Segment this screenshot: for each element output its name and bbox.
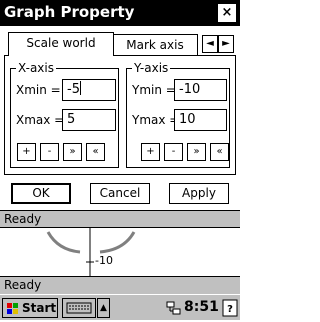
status-bar-top: Ready [0, 210, 240, 228]
ymax-value: 10 [179, 112, 196, 127]
svg-text:?: ? [227, 304, 233, 315]
start-button[interactable]: Start [2, 298, 58, 318]
y-expand-button[interactable]: » [187, 143, 206, 161]
x-decrease-button[interactable]: - [40, 143, 59, 161]
x-increase-button[interactable]: + [17, 143, 36, 161]
start-label: Start [22, 301, 57, 315]
help-icon[interactable]: ? [222, 299, 238, 317]
xmax-value: 5 [67, 112, 76, 127]
title-bar: Graph Property × [0, 0, 240, 26]
tab-scroll-left-icon[interactable]: ◄ [202, 35, 218, 53]
ymin-label: Ymin = [132, 83, 176, 97]
graph-tick-label: -10 [95, 254, 113, 267]
x-axis-group: X-axis Xmin = -5 Xmax = 5 + - » « [10, 61, 119, 168]
tab-strip: Scale world Mark axis ◄ ► [4, 32, 236, 56]
xmin-label: Xmin = [16, 83, 61, 97]
xmin-input[interactable]: -5 [62, 79, 116, 101]
graph-curve-left [46, 231, 81, 254]
close-icon[interactable]: × [217, 3, 237, 23]
text-caret [79, 81, 81, 95]
keyboard-icon[interactable] [62, 298, 96, 318]
ymax-input[interactable]: 10 [174, 109, 227, 131]
xmin-value: -5 [67, 82, 80, 97]
scale-world-panel: X-axis Xmin = -5 Xmax = 5 + - » « Y-axis… [4, 55, 236, 175]
window-title: Graph Property [4, 3, 135, 21]
graph-canvas [46, 228, 136, 278]
x-expand-button[interactable]: » [63, 143, 82, 161]
clock[interactable]: 8:51 [184, 299, 219, 315]
windows-flag-icon [7, 303, 18, 314]
tab-scale-world[interactable]: Scale world [8, 32, 114, 56]
tab-scroll-right-icon[interactable]: ► [218, 35, 234, 53]
up-arrow-icon[interactable]: ▲ [97, 298, 110, 318]
graph-preview: -10 [0, 227, 240, 278]
status-bar-bottom: Ready [0, 276, 240, 294]
apply-button[interactable]: Apply [169, 183, 229, 204]
ymin-input[interactable]: -10 [174, 79, 227, 101]
x-shrink-button[interactable]: « [86, 143, 105, 161]
network-icon[interactable] [166, 300, 182, 316]
ymax-label: Ymax = [132, 113, 180, 127]
xmax-input[interactable]: 5 [62, 109, 116, 131]
x-axis-legend: X-axis [16, 61, 56, 75]
ok-button[interactable]: OK [11, 183, 71, 204]
xmax-label: Xmax = [16, 113, 65, 127]
cancel-button[interactable]: Cancel [90, 183, 150, 204]
graph-curve-right [99, 231, 136, 254]
y-decrease-button[interactable]: - [164, 143, 183, 161]
y-axis-legend: Y-axis [132, 61, 171, 75]
ymin-value: -10 [179, 82, 201, 97]
y-shrink-button[interactable]: « [210, 143, 229, 161]
tab-mark-axis[interactable]: Mark axis [112, 34, 198, 55]
taskbar: Start ▲ 8:51 ? [0, 294, 240, 320]
y-axis-group: Y-axis Ymin = -10 Ymax = 10 + - » « [126, 61, 230, 168]
y-increase-button[interactable]: + [141, 143, 160, 161]
